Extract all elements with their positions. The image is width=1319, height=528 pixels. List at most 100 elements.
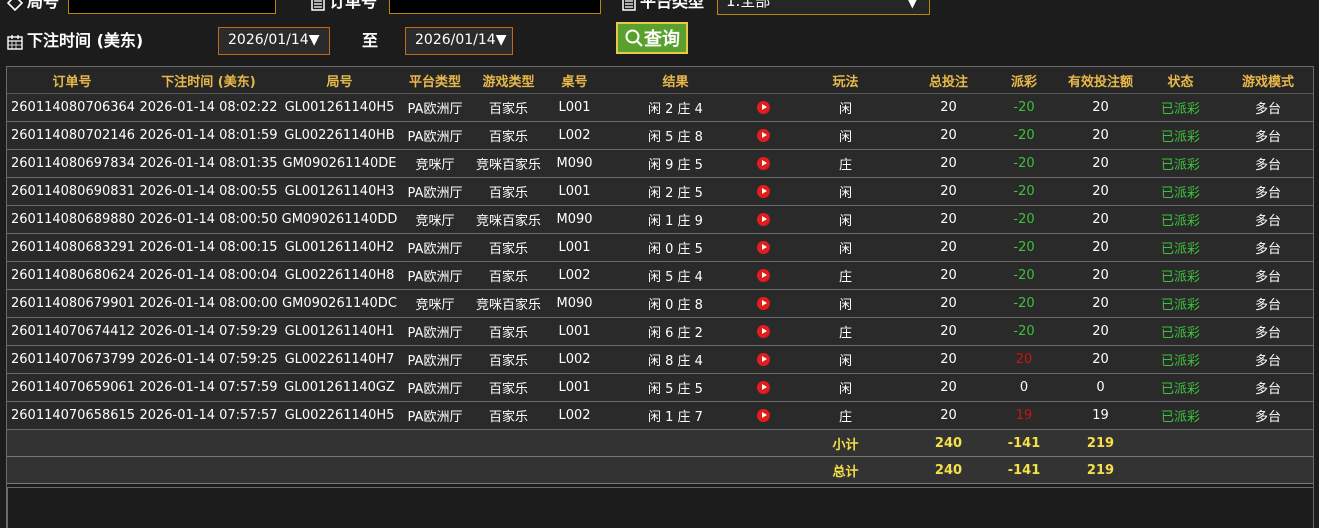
table-row[interactable]: 260114080679901 2026-01-14 08:00:00 GM0902… bbox=[7, 289, 1313, 318]
order-input[interactable] bbox=[389, 0, 601, 14]
table-row[interactable]: 260114070659061 2026-01-14 07:57:59 GL0012… bbox=[7, 373, 1313, 402]
table-row[interactable]: 260114080680624 2026-01-14 08:00:04 GL0022… bbox=[7, 261, 1313, 290]
play-icon[interactable] bbox=[757, 129, 770, 142]
play-icon[interactable] bbox=[757, 213, 770, 226]
header-game-type[interactable]: 游戏类型 bbox=[471, 67, 546, 94]
cell-order-no: 260114070673799 bbox=[7, 345, 137, 374]
dropdown-arrow-icon: ▼ bbox=[308, 32, 320, 48]
table-row[interactable]: 260114080702146 2026-01-14 08:01:59 GL0022… bbox=[7, 121, 1313, 150]
round-input[interactable] bbox=[68, 0, 276, 14]
cell-payout: -20 bbox=[985, 93, 1063, 122]
header-bet-time[interactable]: 下注时间 (美东) bbox=[137, 67, 280, 94]
date-from-select[interactable]: 2026/01/14▼ bbox=[218, 27, 330, 55]
play-icon[interactable] bbox=[757, 409, 770, 422]
play-icon[interactable] bbox=[757, 157, 770, 170]
calendar-icon bbox=[7, 34, 23, 50]
cell-table-no: L001 bbox=[546, 177, 603, 206]
table-row[interactable]: 260114080706364 2026-01-14 08:02:22 GL0012… bbox=[7, 93, 1313, 122]
header-valid-bet[interactable]: 有效投注额 bbox=[1063, 67, 1138, 94]
cell-game-mode: 多台 bbox=[1223, 261, 1313, 290]
cell-status: 已派彩 bbox=[1138, 261, 1223, 290]
subtotal-valid-bet: 219 bbox=[1063, 429, 1138, 457]
table-row[interactable]: 260114070674412 2026-01-14 07:59:29 GL0012… bbox=[7, 317, 1313, 346]
play-icon[interactable] bbox=[757, 297, 770, 310]
replay-cell bbox=[748, 261, 779, 290]
cell-status: 已派彩 bbox=[1138, 317, 1223, 346]
cell-game-type: 竞咪百家乐 bbox=[471, 205, 546, 234]
search-icon bbox=[625, 29, 643, 47]
cell-game-type: 百家乐 bbox=[471, 317, 546, 346]
replay-cell bbox=[748, 93, 779, 122]
cell-payout: 0 bbox=[985, 373, 1063, 402]
play-icon[interactable] bbox=[757, 101, 770, 114]
cell-payout: 20 bbox=[985, 345, 1063, 374]
cell-status: 已派彩 bbox=[1138, 345, 1223, 374]
cell-valid-bet: 20 bbox=[1063, 149, 1138, 178]
cell-game-mode: 多台 bbox=[1223, 289, 1313, 318]
cell-order-no: 260114080683291 bbox=[7, 233, 137, 262]
table-row[interactable]: 260114080690831 2026-01-14 08:00:55 GL0012… bbox=[7, 177, 1313, 206]
cell-round: GM090261140DC bbox=[280, 289, 399, 318]
cell-valid-bet: 20 bbox=[1063, 93, 1138, 122]
cell-payout: -20 bbox=[985, 261, 1063, 290]
cell-platform: PA欧洲厅 bbox=[399, 401, 471, 430]
cell-status: 已派彩 bbox=[1138, 233, 1223, 262]
cell-bet-time: 2026-01-14 08:00:15 bbox=[137, 233, 280, 262]
cell-round: GL002261140H5 bbox=[280, 401, 399, 430]
platform-select[interactable]: 1.全部 ▼ bbox=[717, 0, 930, 15]
play-icon[interactable] bbox=[757, 185, 770, 198]
table-row[interactable]: 260114080697834 2026-01-14 08:01:35 GM0902… bbox=[7, 149, 1313, 178]
header-status[interactable]: 状态 bbox=[1138, 67, 1223, 94]
cell-game-mode: 多台 bbox=[1223, 149, 1313, 178]
cell-result: 闲 1 庄 9 bbox=[603, 205, 748, 234]
replay-cell bbox=[748, 289, 779, 318]
total-row: 总计 240 -141 219 bbox=[7, 456, 1313, 484]
cell-result: 闲 2 庄 4 bbox=[603, 93, 748, 122]
cell-platform: 竞咪厅 bbox=[399, 149, 471, 178]
cell-result: 闲 0 庄 5 bbox=[603, 233, 748, 262]
header-game-mode[interactable]: 游戏模式 bbox=[1223, 67, 1313, 94]
replay-cell bbox=[748, 121, 779, 150]
cell-payout: -20 bbox=[985, 205, 1063, 234]
cell-bet-type: 庄 bbox=[779, 317, 912, 346]
header-bet-type[interactable]: 玩法 bbox=[779, 67, 912, 94]
subtotal-payout: -141 bbox=[985, 429, 1063, 457]
cell-total-bet: 20 bbox=[912, 149, 985, 178]
cell-total-bet: 20 bbox=[912, 121, 985, 150]
to-label: 至 bbox=[362, 31, 379, 50]
table-row[interactable]: 260114080689880 2026-01-14 08:00:50 GM0902… bbox=[7, 205, 1313, 234]
header-platform[interactable]: 平台类型 bbox=[399, 67, 471, 94]
diamond-icon bbox=[6, 0, 24, 11]
play-icon[interactable] bbox=[757, 325, 770, 338]
date-to-select[interactable]: 2026/01/14▼ bbox=[405, 27, 513, 55]
cell-game-type: 竞咪百家乐 bbox=[471, 149, 546, 178]
table-row[interactable]: 260114080683291 2026-01-14 08:00:15 GL0012… bbox=[7, 233, 1313, 262]
cell-total-bet: 20 bbox=[912, 345, 985, 374]
cell-table-no: L002 bbox=[546, 401, 603, 430]
play-icon[interactable] bbox=[757, 381, 770, 394]
cell-bet-time: 2026-01-14 07:57:57 bbox=[137, 401, 280, 430]
cell-total-bet: 20 bbox=[912, 401, 985, 430]
table-row[interactable]: 260114070658615 2026-01-14 07:57:57 GL0022… bbox=[7, 401, 1313, 430]
cell-game-mode: 多台 bbox=[1223, 121, 1313, 150]
header-order-no[interactable]: 订单号 bbox=[7, 67, 137, 94]
header-result[interactable]: 结果 bbox=[603, 67, 748, 94]
header-payout[interactable]: 派彩 bbox=[985, 67, 1063, 94]
query-button[interactable]: 查询 bbox=[616, 22, 688, 54]
cell-game-type: 百家乐 bbox=[471, 373, 546, 402]
header-table-no[interactable]: 桌号 bbox=[546, 67, 603, 94]
total-valid-bet: 219 bbox=[1063, 456, 1138, 484]
table-row[interactable]: 260114070673799 2026-01-14 07:59:25 GL0022… bbox=[7, 345, 1313, 374]
header-total-bet[interactable]: 总投注 bbox=[912, 67, 985, 94]
cell-bet-type: 闲 bbox=[779, 233, 912, 262]
document-icon bbox=[622, 0, 636, 11]
replay-cell bbox=[748, 149, 779, 178]
play-icon[interactable] bbox=[757, 353, 770, 366]
play-icon[interactable] bbox=[757, 241, 770, 254]
cell-game-type: 百家乐 bbox=[471, 401, 546, 430]
cell-bet-time: 2026-01-14 07:57:59 bbox=[137, 373, 280, 402]
header-round[interactable]: 局号 bbox=[280, 67, 399, 94]
play-icon[interactable] bbox=[757, 269, 770, 282]
cell-bet-type: 闲 bbox=[779, 93, 912, 122]
cell-game-mode: 多台 bbox=[1223, 93, 1313, 122]
